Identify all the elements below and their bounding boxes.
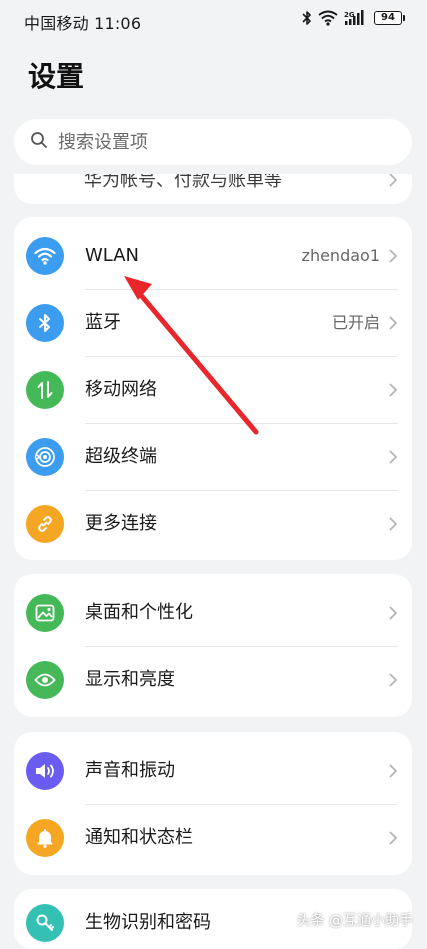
settings-item-mobile-network[interactable]: 移动网络 (14, 356, 412, 423)
settings-item-label: 生物识别和密码 (85, 912, 211, 933)
battery-level: 94 (374, 11, 402, 25)
wifi-status-icon (318, 10, 338, 26)
status-icons: 2G 94 (302, 10, 405, 26)
key-icon (26, 904, 64, 942)
bell-icon (26, 819, 64, 857)
chevron-right-icon (389, 672, 398, 691)
search-bar[interactable] (14, 119, 412, 165)
chevron-right-icon (389, 382, 398, 401)
settings-item-bluetooth[interactable]: 蓝牙 已开启 (14, 289, 412, 356)
settings-item-label: 桌面和个性化 (85, 602, 193, 623)
settings-item-sound[interactable]: 声音和振动 (14, 737, 412, 804)
settings-item-label: 通知和状态栏 (85, 827, 193, 848)
settings-item-label: 更多连接 (85, 513, 157, 534)
settings-item-notifications[interactable]: 通知和状态栏 (14, 804, 412, 871)
speaker-icon (26, 752, 64, 790)
settings-item-display[interactable]: 显示和亮度 (14, 646, 412, 713)
settings-item-label: 声音和振动 (85, 760, 175, 781)
settings-item-label: 超级终端 (85, 446, 157, 467)
bluetooth-status-icon (302, 10, 312, 26)
carrier-time: 中国移动 11:06 (24, 14, 142, 33)
settings-item-value: zhendao1 (301, 246, 380, 265)
wifi-icon (26, 237, 64, 275)
partial-item-label: 华为帐号、付款与账单等 (84, 174, 282, 191)
mobile-network-icon (26, 371, 64, 409)
settings-item-wlan[interactable]: WLAN zhendao1 (14, 222, 412, 289)
chevron-right-icon (389, 763, 398, 782)
settings-item-label: 蓝牙 (85, 312, 121, 333)
account-card-partial[interactable]: 华为帐号、付款与账单等 (14, 174, 412, 204)
connectivity-card: WLAN zhendao1 蓝牙 已开启 移动网络 超级终端 更多连接 (14, 217, 412, 560)
link-icon (26, 505, 64, 543)
search-input[interactable] (56, 130, 380, 154)
chevron-right-icon (389, 516, 398, 535)
bluetooth-icon (26, 304, 64, 342)
chevron-right-icon (389, 449, 398, 468)
settings-item-label: 移动网络 (85, 379, 157, 400)
chevron-right-icon (389, 248, 398, 267)
chevron-right-icon (389, 315, 398, 334)
chevron-right-icon (389, 830, 398, 849)
wallpaper-icon (26, 594, 64, 632)
eye-icon (26, 661, 64, 699)
signal-status-icon: 2G (344, 10, 368, 26)
page-title: 设置 (28, 60, 85, 93)
search-icon (30, 131, 48, 153)
status-bar: 中国移动 11:06 2G 94 (0, 0, 427, 40)
chevron-right-icon (389, 174, 398, 191)
settings-item-value: 已开启 (331, 313, 380, 332)
battery-indicator: 94 (374, 11, 405, 25)
watermark: 头条 @互通小助手 (296, 913, 413, 929)
settings-item-super-device[interactable]: 超级终端 (14, 423, 412, 490)
super-device-icon (26, 438, 64, 476)
display-card: 桌面和个性化 显示和亮度 (14, 574, 412, 717)
settings-item-home-screen[interactable]: 桌面和个性化 (14, 579, 412, 646)
settings-item-label: WLAN (85, 245, 140, 266)
settings-item-label: 显示和亮度 (85, 669, 175, 690)
sound-card: 声音和振动 通知和状态栏 (14, 732, 412, 875)
settings-item-more-connections[interactable]: 更多连接 (14, 490, 412, 557)
chevron-right-icon (389, 605, 398, 624)
